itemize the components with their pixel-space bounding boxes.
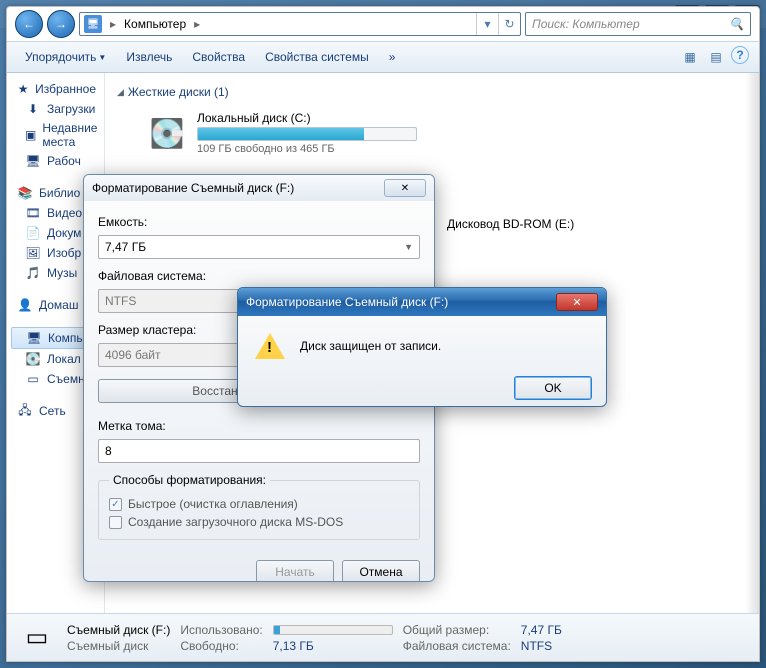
network-icon: 🖧 xyxy=(17,403,33,419)
search-icon: 🔍 xyxy=(729,17,744,31)
status-free: 7,13 ГБ xyxy=(273,639,393,653)
drive-c-free: 109 ГБ свободно из 465 ГБ xyxy=(197,143,497,155)
document-icon: 📄 xyxy=(25,225,41,241)
ok-button[interactable]: OK xyxy=(514,376,592,400)
hdd-section-header[interactable]: ◢Жесткие диски (1) xyxy=(117,81,747,103)
system-properties-button[interactable]: Свойства системы xyxy=(257,46,377,68)
address-dropdown-button[interactable]: ▾ xyxy=(476,13,498,35)
extract-button[interactable]: Извлечь xyxy=(118,46,180,68)
cancel-button[interactable]: Отмена xyxy=(342,560,420,582)
toolbar: Упорядочить▼ Извлечь Свойства Свойства с… xyxy=(7,41,759,73)
bdrom-name: Дисковод BD-ROM (E:) xyxy=(447,217,747,231)
msdos-boot-checkbox[interactable]: Создание загрузочного диска MS-DOS xyxy=(109,513,409,531)
status-used-progress xyxy=(273,625,393,635)
drive-c-name: Локальный диск (C:) xyxy=(197,111,497,125)
status-free-label: Свободно: xyxy=(180,639,262,653)
library-icon: 📚 xyxy=(17,185,33,201)
home-icon: 👤 xyxy=(17,297,33,313)
address-bar[interactable]: 🖥 ▸ Компьютер ▸ ▾ ↻ xyxy=(79,12,521,36)
sidebar-item-desktop[interactable]: 🖥Рабоч xyxy=(7,151,104,171)
computer-icon: 🖥 xyxy=(26,330,42,346)
video-icon: 🎞 xyxy=(25,205,41,221)
chevron-down-icon: ▼ xyxy=(404,242,413,252)
crumb-sep-icon: ▸ xyxy=(106,17,120,31)
alert-message: Диск защищен от записи. xyxy=(300,339,441,353)
status-sub: Съемный диск xyxy=(67,639,170,653)
computer-icon: 🖥 xyxy=(84,15,102,33)
sidebar-item-downloads[interactable]: ⬇Загрузки xyxy=(7,99,104,119)
search-placeholder: Поиск: Компьютер xyxy=(532,17,640,31)
start-button[interactable]: Начать xyxy=(256,560,334,582)
fs-label: Файловая система: xyxy=(98,269,420,283)
removable-disk-icon: ▭ xyxy=(19,620,55,656)
search-input[interactable]: Поиск: Компьютер 🔍 xyxy=(525,12,751,36)
format-options-legend: Способы форматирования: xyxy=(109,473,270,487)
download-icon: ⬇ xyxy=(25,101,41,117)
refresh-button[interactable]: ↻ xyxy=(498,13,520,35)
warning-icon xyxy=(254,330,286,362)
music-icon: 🎵 xyxy=(25,265,41,281)
star-icon: ★ xyxy=(17,81,29,97)
more-button[interactable]: » xyxy=(381,46,404,68)
forward-button[interactable]: → xyxy=(47,10,75,38)
properties-button[interactable]: Свойства xyxy=(184,46,253,68)
organize-menu[interactable]: Упорядочить▼ xyxy=(17,46,114,68)
crumb-sep-icon: ▸ xyxy=(190,17,204,31)
sidebar-favorites[interactable]: ★Избранное xyxy=(7,79,104,99)
quick-format-checkbox[interactable]: ✓Быстрое (очистка оглавления) xyxy=(109,495,409,513)
volume-label-label: Метка тома: xyxy=(98,419,420,433)
pane-icon[interactable]: ▤ xyxy=(705,46,727,68)
drive-c-progress xyxy=(197,127,417,141)
alert-title: Форматирование Съемный диск (F:) xyxy=(246,295,448,309)
breadcrumb-computer[interactable]: Компьютер xyxy=(120,17,190,31)
capacity-select[interactable]: 7,47 ГБ▼ xyxy=(98,235,420,259)
status-title: Съемный диск (F:) xyxy=(67,623,170,637)
hdd-icon: 💽 xyxy=(147,113,187,153)
collapse-icon: ◢ xyxy=(117,87,124,98)
disk-icon: 💽 xyxy=(25,351,41,367)
usb-icon: ▭ xyxy=(25,371,41,387)
picture-icon: 🖼 xyxy=(25,245,41,261)
checkbox-icon: ✓ xyxy=(109,498,122,511)
status-bar: ▭ Съемный диск (F:) Использовано: Общий … xyxy=(7,613,759,661)
sidebar-item-recent[interactable]: ▣Недавние места xyxy=(7,119,104,151)
status-total-label: Общий размер: xyxy=(403,623,511,637)
status-used-label: Использовано: xyxy=(180,623,262,637)
alert-close-button[interactable]: ✕ xyxy=(556,293,598,311)
view-icon[interactable]: ▦ xyxy=(679,46,701,68)
drive-c[interactable]: 💽 Локальный диск (C:) 109 ГБ свободно из… xyxy=(117,103,747,163)
status-fs-label: Файловая система: xyxy=(403,639,511,653)
checkbox-icon xyxy=(109,516,122,529)
status-total: 7,47 ГБ xyxy=(521,623,562,637)
help-icon[interactable]: ? xyxy=(731,46,749,64)
format-dialog-title: Форматирование Съемный диск (F:) xyxy=(92,181,294,195)
format-close-button[interactable]: ✕ xyxy=(384,179,426,197)
status-fs: NTFS xyxy=(521,639,562,653)
volume-label-input[interactable]: 8 xyxy=(98,439,420,463)
recent-icon: ▣ xyxy=(25,127,36,143)
back-button[interactable]: ← xyxy=(15,10,43,38)
alert-dialog: Форматирование Съемный диск (F:) ✕ Диск … xyxy=(237,287,607,407)
desktop-icon: 🖥 xyxy=(25,153,41,169)
capacity-label: Емкость: xyxy=(98,215,420,229)
